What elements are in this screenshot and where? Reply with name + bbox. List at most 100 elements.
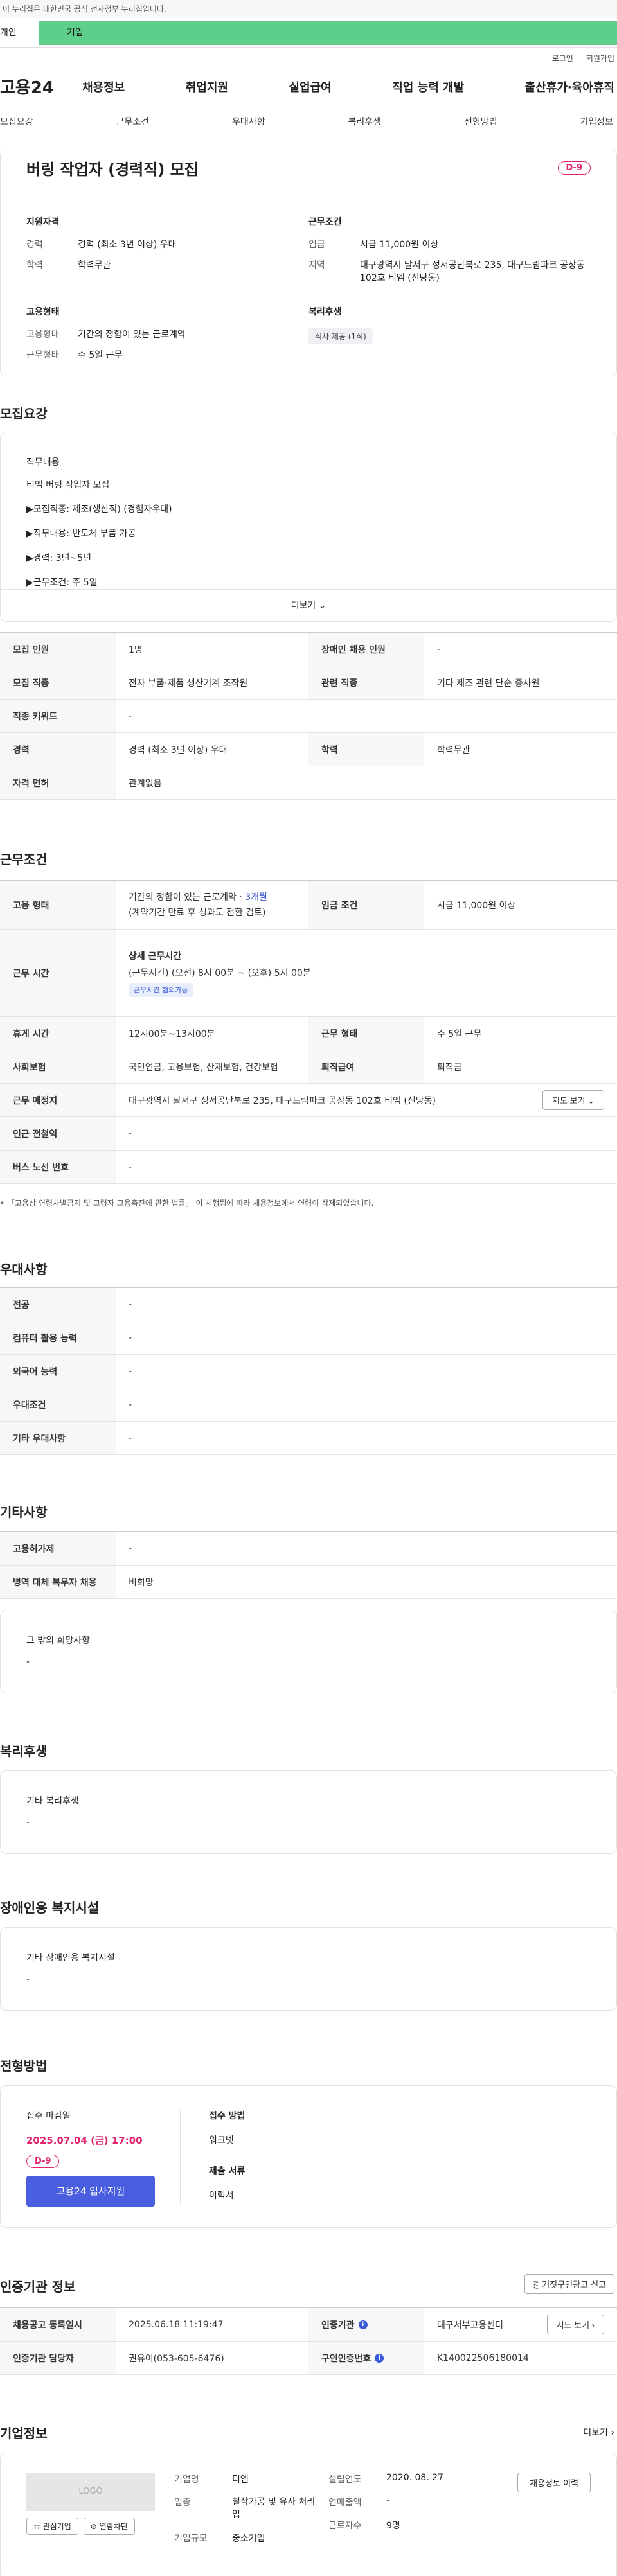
more-button[interactable]: 더보기 ⌄	[1, 589, 616, 621]
deadline-heading: 접수 마감일	[26, 2111, 71, 2121]
box-heading: 그 밖의 희망사항	[26, 1636, 91, 1646]
info-icon[interactable]: i	[375, 2353, 384, 2363]
sum-label: 지역	[308, 260, 325, 270]
row-value: 권유이(053-605-6476)	[129, 2353, 224, 2364]
contract-note: (계약기간 만료 후 성과도 전환 검토)	[129, 907, 266, 918]
tab-recruit[interactable]: 모집요강	[0, 115, 33, 128]
row-label: 자격 면허	[0, 766, 116, 799]
tab-conditions[interactable]: 근무조건	[116, 115, 149, 128]
docs-value: 이력서	[209, 2191, 234, 2201]
table-row: 사회보험 국민연금, 고용보험, 산재보험, 건강보험 퇴직급여 퇴직금	[0, 1050, 617, 1084]
etc-title: 기타사항	[0, 1504, 48, 1520]
report-button[interactable]: ⎘ 거짓구인광고 신고	[524, 2274, 614, 2294]
table-row: 채용공고 등록일시 2025.06.18 11:19:47 인증기관 i 대구서부고용센…	[0, 2308, 617, 2342]
row-label: 인증기관 담당자	[0, 2342, 116, 2374]
duty-line: ▶직무내용: 반도체 부품 가공	[26, 529, 136, 539]
tab-company[interactable]: 기업정보	[580, 115, 613, 128]
time-heading: 상세 근무시간	[129, 951, 182, 962]
row-label: 모집 직종	[0, 666, 116, 699]
time-negotiable-badge: 근무시간 협의가능	[129, 982, 193, 997]
block-button[interactable]: ⊘ 열람차단	[83, 2518, 135, 2535]
tab-preference[interactable]: 우대사항	[232, 115, 265, 128]
gnb-unemployment[interactable]: 실업급여	[289, 78, 332, 95]
table-row: 직종 키워드 -	[0, 700, 617, 733]
duty-line: ▶모집직종: 제조(생산직) (경험자우대)	[26, 504, 172, 515]
row-value: 주 5일 근무	[437, 1028, 482, 1039]
row-label: 인근 전철역	[0, 1117, 116, 1150]
apply-button[interactable]: 고용24 입사지원	[26, 2176, 155, 2207]
docs-heading: 제출 서류	[209, 2166, 246, 2176]
block-icon: ⊘	[90, 2522, 100, 2531]
agency-map-button[interactable]: 지도 보기 ›	[546, 2315, 604, 2334]
welfare-title: 복리후생	[0, 1743, 48, 1759]
process-title: 전형방법	[0, 2058, 48, 2074]
row-value: -	[129, 1161, 132, 1172]
time-value: (근무시간) (오전) 8시 00분 ~ (오후) 5시 00분	[129, 967, 311, 978]
deadline-value: 2025.07.04 (금) 17:00	[26, 2135, 143, 2146]
company-label: 기업명	[174, 2475, 199, 2485]
tab-process[interactable]: 전형방법	[464, 115, 497, 128]
table-row: 근무 예정지 대구광역시 달서구 성서공단북로 235, 대구드림파크 공장동 1…	[0, 1084, 617, 1117]
company-more-link[interactable]: 더보기 ›	[583, 2426, 614, 2439]
block-label: 열람차단	[99, 2522, 128, 2531]
job-summary-card: 버링 작업자 (경력직) 모집 D-9 지원자격 경력 경력 (최소 3년 이상)…	[0, 149, 617, 376]
row-value: -	[129, 1399, 132, 1410]
row-value: 기간의 정함이 있는 근로계약 · 3개월 (계약기간 만료 후 성과도 전환 …	[116, 881, 308, 929]
chevron-right-icon: ›	[611, 2428, 614, 2438]
age-notice-text: 「고용상 연령차별금지 및 고령자 고용촉진에 관한 법률」 이 시행됨에 따라…	[6, 1199, 374, 1208]
welfare-heading: 복리후생	[308, 307, 342, 317]
site-logo[interactable]: 고용24	[0, 75, 82, 98]
row-value: 상세 근무시간 (근무시간) (오전) 8시 00분 ~ (오후) 5시 00분…	[116, 930, 617, 1016]
duty-line: ▶근무조건: 주 5일	[26, 578, 98, 588]
gnb-training[interactable]: 직업 능력 개발	[392, 78, 464, 95]
process-card: 접수 마감일 2025.07.04 (금) 17:00 D-9 고용24 입사지…	[0, 2085, 617, 2228]
row-label: 우대조건	[0, 1388, 116, 1421]
row-value: 관계없음	[129, 778, 162, 789]
gnb-employment-support[interactable]: 취업지원	[186, 78, 228, 95]
recruit-title: 모집요강	[0, 406, 48, 421]
row-label: 관련 직종	[308, 666, 424, 699]
duty-line: ▶경력: 3년~5년	[26, 553, 91, 563]
row-value: 비희망	[129, 1577, 154, 1588]
job-history-button[interactable]: 채용정보 이력	[517, 2473, 591, 2492]
row-value: -	[129, 1433, 132, 1443]
row-value: 경력 (최소 3년 이상) 우대	[129, 745, 228, 755]
row-value: 시급 11,000원 이상	[437, 900, 516, 911]
login-link[interactable]: 로그인	[552, 53, 573, 64]
row-value: 2025.06.18 11:19:47	[129, 2319, 224, 2330]
preference-title: 우대사항	[0, 1262, 48, 1277]
join-link[interactable]: 회원가입	[586, 53, 614, 64]
map-button[interactable]: 지도 보기 ⌄	[542, 1090, 604, 1110]
row-label: 휴게 시간	[0, 1017, 116, 1050]
favorite-button[interactable]: ☆ 관심기업	[26, 2518, 78, 2535]
sum-label: 학력	[26, 260, 43, 270]
company-value: 중소기업	[232, 2534, 265, 2544]
info-icon[interactable]: i	[358, 2320, 368, 2329]
row-value: 1명	[129, 644, 143, 655]
gnb-parental-leave[interactable]: 출산휴가·육아휴직	[525, 78, 614, 95]
company-value: 2020. 08. 27	[386, 2473, 444, 2483]
row-label: 외국어 능력	[0, 1355, 116, 1388]
row-value: -	[129, 1332, 132, 1343]
company-value: 철삭가공 및 유사 처리업	[232, 2497, 316, 2520]
tab-company[interactable]: 기업	[39, 20, 617, 45]
table-row: 휴게 시간 12시00분~13시00분 근무 형태 주 5일 근무	[0, 1017, 617, 1050]
preference-table: 전공 - 컴퓨터 활용 능력 - 외국어 능력 - 우대조건 - 기타 우대사항 -	[0, 1287, 617, 1455]
row-value: 학력무관	[437, 745, 470, 755]
sum-label: 임금	[308, 240, 325, 250]
row-label: 병역 대체 복무자 채용	[0, 1566, 116, 1598]
row-label: 장애인 채용 인원	[308, 633, 424, 666]
row-value: 기타 제조 관련 단순 종사원	[437, 678, 540, 689]
table-row: 외국어 능력 -	[0, 1355, 617, 1388]
gov-banner: 이 누리집은 대한민국 공식 전자정부 누리집입니다.	[0, 0, 617, 18]
chevron-down-icon: ⌄	[318, 601, 326, 611]
chevron-down-icon: ⌄	[587, 1096, 595, 1106]
row-label: 고용허가제	[0, 1532, 116, 1565]
gnb-jobs[interactable]: 채용정보	[82, 78, 125, 95]
tab-person[interactable]: 개인	[0, 18, 39, 48]
duty-card: 직무내용 티엠 버링 작업자 모집 ▶모집직종: 제조(생산직) (경험자우대)…	[0, 432, 617, 622]
employment-type-value: 기간의 정함이 있는 근로계약 ·	[129, 892, 246, 903]
tab-welfare[interactable]: 복리후생	[348, 115, 381, 128]
job-title: 버링 작업자 (경력직) 모집	[26, 161, 199, 179]
row-label: 구인인증번호 i	[308, 2342, 424, 2374]
